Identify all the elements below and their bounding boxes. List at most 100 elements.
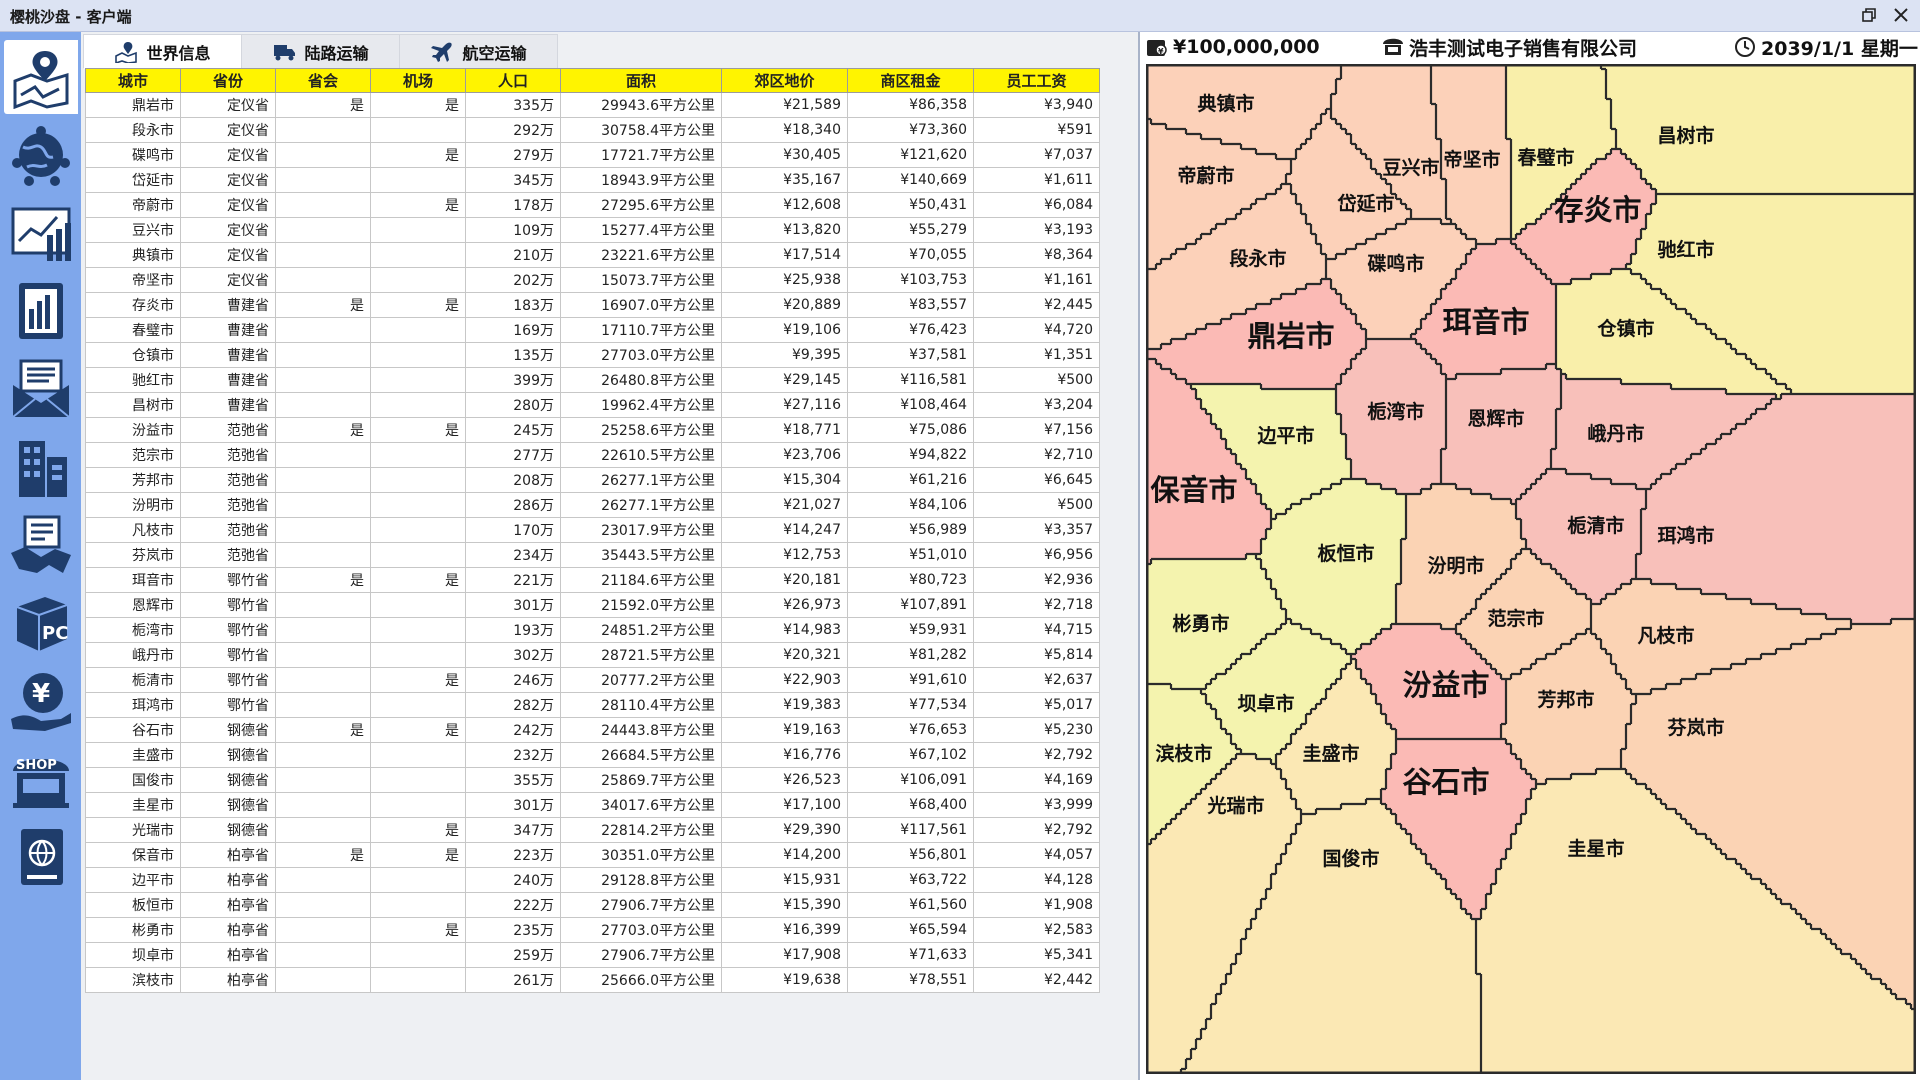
table-row[interactable]: 汾益市 范弛省是是 245万 25258.6平方公里 ¥18,771 ¥75,086 ¥7,… — [85, 417, 1100, 443]
table-row[interactable]: 滨枝市 柏亭省 261万 25666.0平方公里 ¥19,638 ¥78,551 ¥2,44… — [85, 967, 1100, 993]
city-label[interactable]: 滨枝市 — [1155, 742, 1212, 765]
city-label[interactable]: 驰红市 — [1657, 238, 1714, 261]
column-header[interactable]: 省份 — [180, 68, 276, 93]
city-label[interactable]: 板恒市 — [1317, 542, 1374, 565]
city-label[interactable]: 圭星市 — [1567, 837, 1624, 860]
city-label[interactable]: 保音市 — [1149, 473, 1237, 507]
sidebar-item-map[interactable] — [4, 40, 78, 114]
table-row[interactable]: 范宗市 范弛省 277万 22610.5平方公里 ¥23,706 ¥94,822 ¥2,71… — [85, 442, 1100, 468]
table-row[interactable]: 帝蔚市 定仪省 是 178万 27295.6平方公里 ¥12,608 ¥50,431 ¥6,0… — [85, 192, 1100, 218]
sidebar-item-mail[interactable] — [4, 352, 78, 426]
city-label[interactable]: 芳邦市 — [1537, 688, 1594, 711]
city-label[interactable]: 豆兴市 — [1382, 156, 1439, 179]
table-row[interactable]: 春璧市 曹建省 169万 17110.7平方公里 ¥19,106 ¥76,423 ¥4,72… — [85, 317, 1100, 343]
table-row[interactable]: 峨丹市 鄂竹省 302万 28721.5平方公里 ¥20,321 ¥81,282 ¥5,81… — [85, 642, 1100, 668]
city-label[interactable]: 汾明市 — [1427, 554, 1484, 577]
city-label[interactable]: 恩辉市 — [1467, 407, 1524, 430]
table-row[interactable]: 凡枝市 范弛省 170万 23017.9平方公里 ¥14,247 ¥56,989 ¥3,35… — [85, 517, 1100, 543]
table-row[interactable]: 芳邦市 范弛省 208万 26277.1平方公里 ¥15,304 ¥61,216 ¥6,64… — [85, 467, 1100, 493]
table-row[interactable]: 汾明市 范弛省 286万 26277.1平方公里 ¥21,027 ¥84,106 ¥500 — [85, 492, 1100, 518]
sidebar-item-contracts[interactable] — [4, 508, 78, 582]
table-row[interactable]: 帝坚市 定仪省 202万 15073.7平方公里 ¥25,938 ¥103,753 ¥1,1… — [85, 267, 1100, 293]
city-label[interactable]: 坝卓市 — [1237, 692, 1294, 715]
city-label[interactable]: 帝坚市 — [1443, 148, 1500, 171]
city-label[interactable]: 栀清市 — [1567, 514, 1624, 537]
close-button[interactable] — [1890, 4, 1912, 26]
tab-air-transport[interactable]: 航空运输 — [399, 34, 558, 69]
table-row[interactable]: 段永市 定仪省 292万 30758.4平方公里 ¥18,340 ¥73,360 ¥591 — [85, 117, 1100, 143]
city-label[interactable]: 范宗市 — [1487, 607, 1544, 630]
table-row[interactable]: 栀清市 鄂竹省 是 246万 20777.2平方公里 ¥22,903 ¥91,610 ¥2,6… — [85, 667, 1100, 693]
city-label[interactable]: 凡枝市 — [1637, 624, 1694, 647]
column-header[interactable]: 人口 — [465, 68, 561, 93]
city-label[interactable]: 存炎市 — [1554, 193, 1641, 227]
city-label[interactable]: 国俊市 — [1322, 847, 1379, 870]
table-row[interactable]: 昌树市 曹建省 280万 19962.4平方公里 ¥27,116 ¥108,464 ¥3,2… — [85, 392, 1100, 418]
city-label[interactable]: 帝蔚市 — [1177, 164, 1234, 187]
sidebar-item-report[interactable] — [4, 274, 78, 348]
city-label[interactable]: 春璧市 — [1517, 146, 1574, 169]
column-header[interactable]: 城市 — [85, 68, 181, 93]
table-row[interactable]: 栀湾市 鄂竹省 193万 24851.2平方公里 ¥14,983 ¥59,931 ¥4,71… — [85, 617, 1100, 643]
table-row[interactable]: 仓镇市 曹建省 135万 27703.0平方公里 ¥9,395 ¥37,581 ¥1,351 — [85, 342, 1100, 368]
column-header[interactable]: 商区租金 — [847, 68, 974, 93]
table-row[interactable]: 珥音市 鄂竹省是是 221万 21184.6平方公里 ¥20,181 ¥80,723 ¥2,… — [85, 567, 1100, 593]
table-row[interactable]: 圭盛市 钢德省 232万 26684.5平方公里 ¥16,776 ¥67,102 ¥2,79… — [85, 742, 1100, 768]
city-label[interactable]: 栀湾市 — [1367, 400, 1424, 423]
city-label[interactable]: 鼎岩市 — [1247, 319, 1334, 353]
sidebar-item-stats[interactable] — [4, 196, 78, 270]
city-label[interactable]: 彬勇市 — [1172, 612, 1229, 635]
table-row[interactable]: 圭星市 钢德省 301万 34017.6平方公里 ¥17,100 ¥68,400 ¥3,99… — [85, 792, 1100, 818]
table-row[interactable]: 板恒市 柏亭省 222万 27906.7平方公里 ¥15,390 ¥61,560 ¥1,90… — [85, 892, 1100, 918]
table-row[interactable]: 谷石市 钢德省是是 242万 24443.8平方公里 ¥19,163 ¥76,653 ¥5,… — [85, 717, 1100, 743]
city-label[interactable]: 岱延市 — [1336, 192, 1394, 215]
city-label[interactable]: 光瑞市 — [1206, 794, 1264, 817]
tab-road-transport[interactable]: 陆路运输 — [241, 34, 400, 69]
column-header[interactable]: 面积 — [560, 68, 722, 93]
city-label[interactable]: 珥音市 — [1442, 305, 1529, 339]
table-row[interactable]: 芬岚市 范弛省 234万 35443.5平方公里 ¥12,753 ¥51,010 ¥6,95… — [85, 542, 1100, 568]
table-row[interactable]: 彬勇市 柏亭省 是 235万 27703.0平方公里 ¥16,399 ¥65,594 ¥2,5… — [85, 917, 1100, 943]
city-label[interactable]: 边平市 — [1256, 424, 1314, 447]
sidebar-item-shop[interactable]: SHOP — [4, 742, 78, 816]
column-header[interactable]: 郊区地价 — [721, 68, 848, 93]
sidebar-item-finance[interactable]: ¥ — [4, 664, 78, 738]
sidebar-item-world[interactable] — [4, 820, 78, 894]
city-label[interactable]: 珥鸿市 — [1657, 524, 1714, 547]
table-row[interactable]: 珥鸿市 鄂竹省 282万 28110.4平方公里 ¥19,383 ¥77,534 ¥5,01… — [85, 692, 1100, 718]
city-label[interactable]: 峨丹市 — [1587, 422, 1644, 445]
table-row[interactable]: 岱延市 定仪省 345万 18943.9平方公里 ¥35,167 ¥140,669 ¥1,6… — [85, 167, 1100, 193]
sidebar-item-products[interactable]: PC — [4, 586, 78, 660]
table-row[interactable]: 存炎市 曹建省是是 183万 16907.0平方公里 ¥20,889 ¥83,557 ¥2,… — [85, 292, 1100, 318]
tab-world-info[interactable]: 世界信息 — [83, 34, 242, 69]
city-label[interactable]: 芬岚市 — [1666, 716, 1724, 739]
table-row[interactable]: 典镇市 定仪省 210万 23221.6平方公里 ¥17,514 ¥70,055 ¥8,36… — [85, 242, 1100, 268]
table-cell: 20777.2平方公里 — [560, 667, 722, 693]
city-label[interactable]: 典镇市 — [1197, 92, 1254, 115]
city-label[interactable]: 段永市 — [1229, 247, 1286, 270]
table-row[interactable]: 保音市 柏亭省是是 223万 30351.0平方公里 ¥14,200 ¥56,801 ¥4,… — [85, 842, 1100, 868]
table-row[interactable]: 鼎岩市 定仪省是是 335万 29943.6平方公里 ¥21,589 ¥86,358 ¥3,… — [85, 92, 1100, 118]
city-label[interactable]: 碟鸣市 — [1367, 252, 1424, 275]
table-row[interactable]: 光瑞市 钢德省 是 347万 22814.2平方公里 ¥29,390 ¥117,561 ¥2,… — [85, 817, 1100, 843]
map-region[interactable] — [1601, 64, 1916, 194]
table-row[interactable]: 驰红市 曹建省 399万 26480.8平方公里 ¥29,145 ¥116,581 ¥500 — [85, 367, 1100, 393]
column-header[interactable]: 机场 — [370, 68, 466, 93]
sidebar-item-network[interactable] — [4, 118, 78, 192]
column-header[interactable]: 员工工资 — [973, 68, 1100, 93]
sidebar-item-buildings[interactable] — [4, 430, 78, 504]
table-row[interactable]: 边平市 柏亭省 240万 29128.8平方公里 ¥15,931 ¥63,722 ¥4,12… — [85, 867, 1100, 893]
table-row[interactable]: 豆兴市 定仪省 109万 15277.4平方公里 ¥13,820 ¥55,279 ¥3,19… — [85, 217, 1100, 243]
world-map[interactable]: 典镇市帝蔚市 豆兴市 帝坚市 春璧市 昌树市岱延市 存炎市段永市 驰红市碟鸣市鼎岩市 珥音市 仓… — [1146, 64, 1916, 1074]
city-label[interactable]: 汾益市 — [1402, 668, 1489, 702]
restore-button[interactable] — [1858, 4, 1880, 26]
city-label[interactable]: 仓镇市 — [1596, 317, 1654, 340]
city-label[interactable]: 谷石市 — [1402, 765, 1489, 799]
city-label[interactable]: 圭盛市 — [1302, 742, 1359, 765]
table-row[interactable]: 碟鸣市 定仪省 是 279万 17721.7平方公里 ¥30,405 ¥121,620 ¥7,… — [85, 142, 1100, 168]
table-row[interactable]: 坝卓市 柏亭省 259万 27906.7平方公里 ¥17,908 ¥71,633 ¥5,34… — [85, 942, 1100, 968]
city-label[interactable]: 昌树市 — [1657, 124, 1714, 147]
table-row[interactable]: 恩辉市 鄂竹省 301万 21592.0平方公里 ¥26,973 ¥107,891 ¥2,7… — [85, 592, 1100, 618]
table-row[interactable]: 国俊市 钢德省 355万 25869.7平方公里 ¥26,523 ¥106,091 ¥4,1… — [85, 767, 1100, 793]
column-header[interactable]: 省会 — [275, 68, 371, 93]
